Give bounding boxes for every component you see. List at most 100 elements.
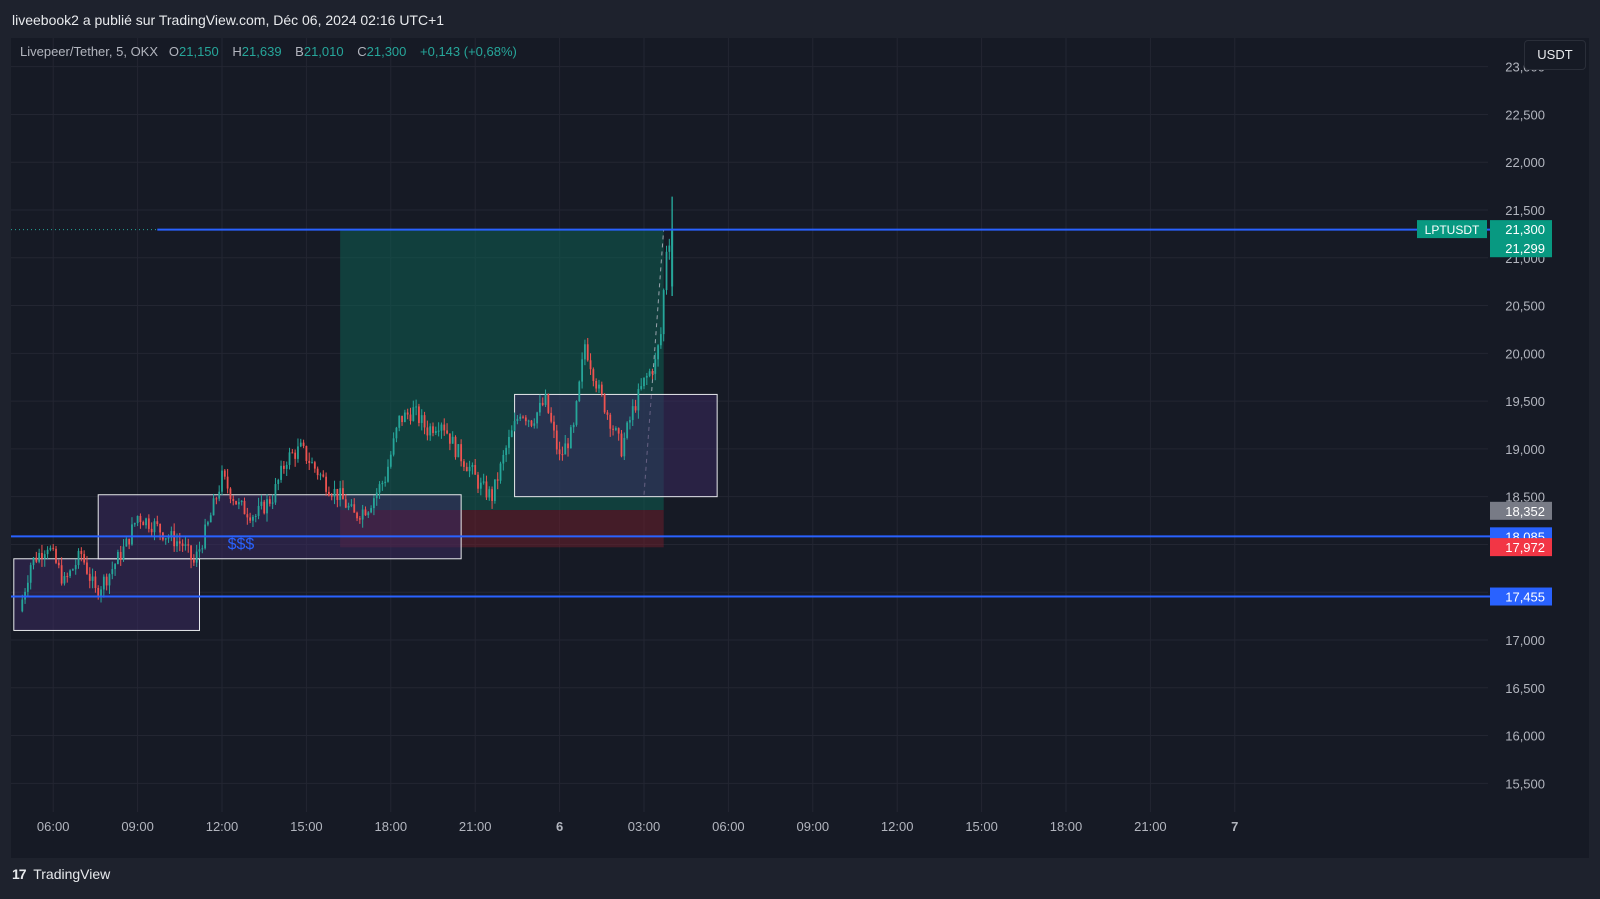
- candle-body: [671, 229, 674, 287]
- candle-body: [139, 515, 142, 523]
- currency-button[interactable]: USDT: [1524, 40, 1586, 70]
- candle-body: [626, 422, 629, 438]
- candle-body: [114, 564, 116, 570]
- candle-body: [229, 488, 232, 500]
- candle-body: [440, 424, 443, 431]
- candle-body: [235, 500, 237, 505]
- candle-body: [606, 412, 609, 415]
- candle-body: [662, 290, 665, 335]
- candle-body: [195, 551, 198, 563]
- x-tick-label: 12:00: [206, 819, 239, 834]
- candle-body: [38, 552, 41, 562]
- open-value: 21,150: [179, 44, 219, 59]
- candle-body: [415, 406, 418, 408]
- candle-body: [356, 512, 358, 519]
- x-tick-label: 03:00: [628, 819, 661, 834]
- y-tick-label: 19,000: [1505, 442, 1545, 457]
- zone-rects: [13, 229, 718, 631]
- candle-body: [260, 501, 263, 506]
- candle-body: [668, 245, 671, 252]
- candle-body: [52, 547, 55, 549]
- candle-body: [254, 515, 257, 517]
- candle-body: [477, 474, 479, 489]
- price-chart[interactable]: 15,50016,00016,50017,00017,50018,00018,5…: [0, 0, 1600, 899]
- candle-body: [547, 394, 550, 413]
- candle-body: [603, 394, 606, 413]
- candle-body: [488, 489, 491, 498]
- candle-body: [122, 546, 125, 560]
- candle-body: [541, 402, 544, 405]
- candle-body: [145, 518, 147, 526]
- candle-body: [657, 345, 659, 360]
- candle-body: [451, 436, 454, 444]
- candle-body: [117, 551, 119, 565]
- candle-body: [370, 508, 373, 513]
- x-tick-label: 21:00: [1134, 819, 1167, 834]
- candle-body: [446, 430, 448, 434]
- candle-body: [274, 484, 277, 503]
- candle-body: [226, 476, 229, 489]
- candle-body: [643, 377, 645, 387]
- time-axis[interactable]: 06:00 09:00 12:00 15:00 18:00 21:00 6 03:00 06:0…: [37, 819, 1238, 834]
- candle-body: [558, 449, 561, 455]
- candle-body: [328, 491, 330, 496]
- y-tick-label: 20,500: [1505, 299, 1545, 314]
- candle-body: [572, 424, 575, 428]
- candle-body: [465, 466, 468, 472]
- candle-body: [375, 492, 378, 499]
- candle-body: [108, 574, 111, 586]
- candle-body: [581, 359, 584, 382]
- x-tick-label: 09:00: [121, 819, 154, 834]
- candle-body: [614, 428, 617, 430]
- candle-body: [181, 543, 184, 546]
- candle-body: [221, 470, 223, 492]
- zone-box: [97, 494, 462, 560]
- candle-body: [561, 454, 564, 456]
- candle-body: [105, 576, 108, 586]
- candle-body: [550, 412, 553, 422]
- candle-body: [527, 420, 530, 422]
- candle-body: [173, 531, 176, 547]
- candle-body: [524, 417, 527, 422]
- candle-body: [516, 418, 519, 422]
- candle-body: [533, 423, 536, 426]
- candle-body: [637, 388, 640, 411]
- candle-body: [496, 479, 499, 481]
- symbol-title[interactable]: Livepeer/Tether, 5, OKX: [20, 44, 158, 59]
- candle-body: [539, 402, 541, 413]
- candle-body: [423, 415, 426, 428]
- candle-body: [266, 499, 268, 514]
- candle-body: [493, 479, 496, 501]
- candle-body: [86, 562, 88, 574]
- candle-body: [232, 499, 235, 501]
- candle-body: [201, 548, 204, 550]
- candle-body: [102, 576, 105, 590]
- footer-brand[interactable]: 17 TradingView: [12, 866, 110, 882]
- candle-body: [311, 462, 313, 464]
- open-label: O: [168, 44, 179, 59]
- price-badge-label: 21,299: [1505, 241, 1545, 256]
- candle-body: [277, 479, 280, 485]
- x-tick-label: 18:00: [375, 819, 408, 834]
- candle-body: [426, 427, 429, 436]
- price-axis[interactable]: 15,50016,00016,50017,00017,50018,00018,5…: [1505, 60, 1545, 792]
- candle-body: [192, 559, 195, 563]
- candle-body: [57, 562, 60, 566]
- candle-body: [280, 465, 282, 480]
- candle-body: [282, 465, 285, 469]
- low-value: 21,010: [303, 44, 344, 59]
- candle-body: [387, 466, 389, 482]
- candle-body: [252, 516, 254, 521]
- candle-body: [460, 444, 463, 462]
- candle-body: [136, 515, 139, 524]
- candle-body: [502, 454, 505, 464]
- candle-body: [316, 468, 319, 476]
- candle-body: [342, 488, 344, 500]
- candle-body: [463, 461, 465, 467]
- candle-body: [190, 545, 192, 560]
- candle-body: [330, 495, 333, 497]
- candle-body: [609, 414, 612, 429]
- candle-body: [392, 438, 395, 455]
- candle-body: [288, 452, 291, 465]
- x-tick-label: 15:00: [965, 819, 998, 834]
